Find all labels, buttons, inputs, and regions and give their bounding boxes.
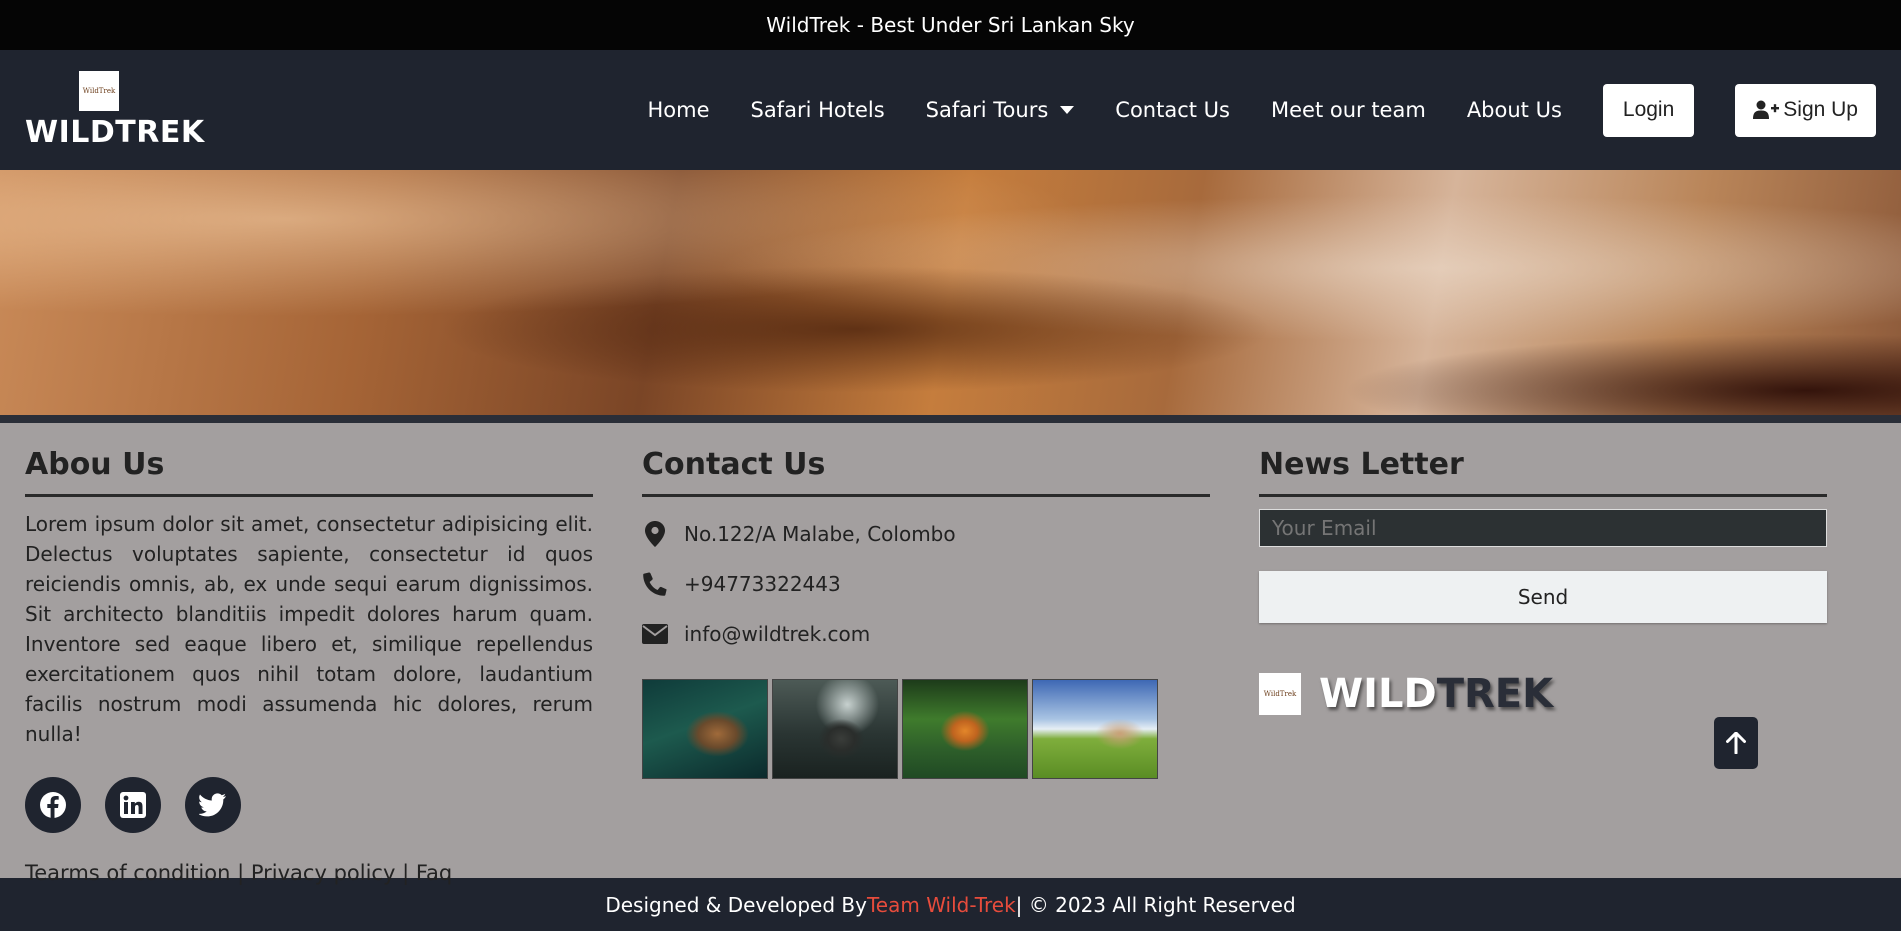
- newsletter-email-input[interactable]: [1259, 509, 1827, 547]
- footer-brand-wild: WILD: [1319, 671, 1437, 717]
- address-text: No.122/A Malabe, Colombo: [684, 522, 956, 546]
- hero-divider: [0, 415, 1901, 423]
- twitter-link[interactable]: [185, 777, 241, 833]
- gallery-horses-image[interactable]: [1032, 679, 1158, 779]
- envelope-icon: [642, 624, 668, 644]
- footer-brand-logo: WildTrek: [1259, 673, 1301, 715]
- copyright-bar: Designed & Developed By Team Wild-Trek |…: [0, 878, 1901, 931]
- signup-label: Sign Up: [1783, 98, 1858, 121]
- announcement-bar: WildTrek - Best Under Sri Lankan Sky: [0, 0, 1901, 50]
- contact-address: No.122/A Malabe, Colombo: [642, 509, 1210, 559]
- user-plus-icon: [1753, 100, 1780, 119]
- linkedin-icon: [120, 792, 146, 818]
- caret-down-icon: [1060, 106, 1075, 114]
- phone-text: +94773322443: [684, 572, 841, 596]
- navbar: WildTrek WILDTREK Home Safari Hotels Saf…: [0, 50, 1901, 170]
- map-marker-icon: [645, 521, 665, 547]
- newsletter-title: News Letter: [1259, 447, 1827, 497]
- email-text: info@wildtrek.com: [684, 622, 871, 646]
- privacy-link[interactable]: Privacy policy: [251, 861, 396, 885]
- linkedin-link[interactable]: [105, 777, 161, 833]
- gallery-lion-image[interactable]: [642, 679, 768, 779]
- footer-about-column: Abou Us Lorem ipsum dolor sit amet, cons…: [25, 447, 593, 885]
- terms-link[interactable]: Tearms of condition: [25, 861, 230, 885]
- brand-logo: WildTrek: [79, 70, 119, 111]
- hero-banner-image: [0, 170, 1901, 415]
- gallery-tiger-image[interactable]: [902, 679, 1028, 779]
- login-button[interactable]: Login: [1602, 83, 1695, 137]
- copyright-suffix: | © 2023 All Right Reserved: [1015, 892, 1296, 917]
- arrow-up-icon: [1726, 732, 1746, 754]
- nav-safari-tours-label: Safari Tours: [925, 98, 1049, 122]
- gallery-elephant-image[interactable]: [772, 679, 898, 779]
- footer-brand-name: WILDTREK: [1319, 671, 1553, 717]
- nav-safari-hotels[interactable]: Safari Hotels: [750, 98, 884, 122]
- facebook-link[interactable]: [25, 777, 81, 833]
- announcement-text: WildTrek - Best Under Sri Lankan Sky: [766, 13, 1135, 37]
- footer-contact-column: Contact Us No.122/A Malabe, Colombo +947…: [642, 447, 1210, 878]
- main-nav: Home Safari Hotels Safari Tours Contact …: [606, 83, 1876, 137]
- footer: Abou Us Lorem ipsum dolor sit amet, cons…: [0, 423, 1901, 885]
- legal-links: Tearms of condition | Privacy policy | F…: [25, 861, 593, 885]
- about-title: Abou Us: [25, 447, 593, 497]
- contact-email: info@wildtrek.com: [642, 609, 1210, 659]
- social-links: [25, 777, 593, 833]
- about-text: Lorem ipsum dolor sit amet, consectetur …: [25, 512, 593, 746]
- phone-icon: [643, 572, 667, 596]
- nav-safari-tours[interactable]: Safari Tours: [926, 98, 1075, 122]
- facebook-icon: [40, 792, 66, 818]
- footer-newsletter-column: News Letter Send WildTrek WILDTREK: [1259, 447, 1827, 878]
- nav-meet-our-team[interactable]: Meet our team: [1271, 98, 1426, 122]
- legal-separator: |: [237, 861, 245, 885]
- nav-about-us[interactable]: About Us: [1467, 98, 1562, 122]
- footer-brand-trek: TREK: [1436, 671, 1554, 717]
- copyright-prefix: Designed & Developed By: [605, 892, 867, 917]
- contact-phone: +94773322443: [642, 559, 1210, 609]
- brand-name: WILDTREK: [25, 114, 205, 150]
- team-link[interactable]: Team Wild-Trek: [867, 893, 1016, 917]
- signup-button[interactable]: Sign Up: [1735, 83, 1876, 137]
- scroll-to-top-button[interactable]: [1714, 717, 1758, 769]
- nav-home[interactable]: Home: [647, 98, 709, 122]
- nav-contact-us[interactable]: Contact Us: [1115, 98, 1230, 122]
- brand[interactable]: WildTrek WILDTREK: [25, 70, 225, 150]
- faq-link[interactable]: Faq: [416, 861, 452, 885]
- gallery-thumbnails: [642, 679, 1210, 779]
- footer-brand: WildTrek WILDTREK: [1259, 671, 1827, 717]
- newsletter-send-button[interactable]: Send: [1259, 571, 1827, 623]
- legal-separator: |: [402, 861, 410, 885]
- contact-title: Contact Us: [642, 447, 1210, 497]
- twitter-icon: [199, 793, 226, 817]
